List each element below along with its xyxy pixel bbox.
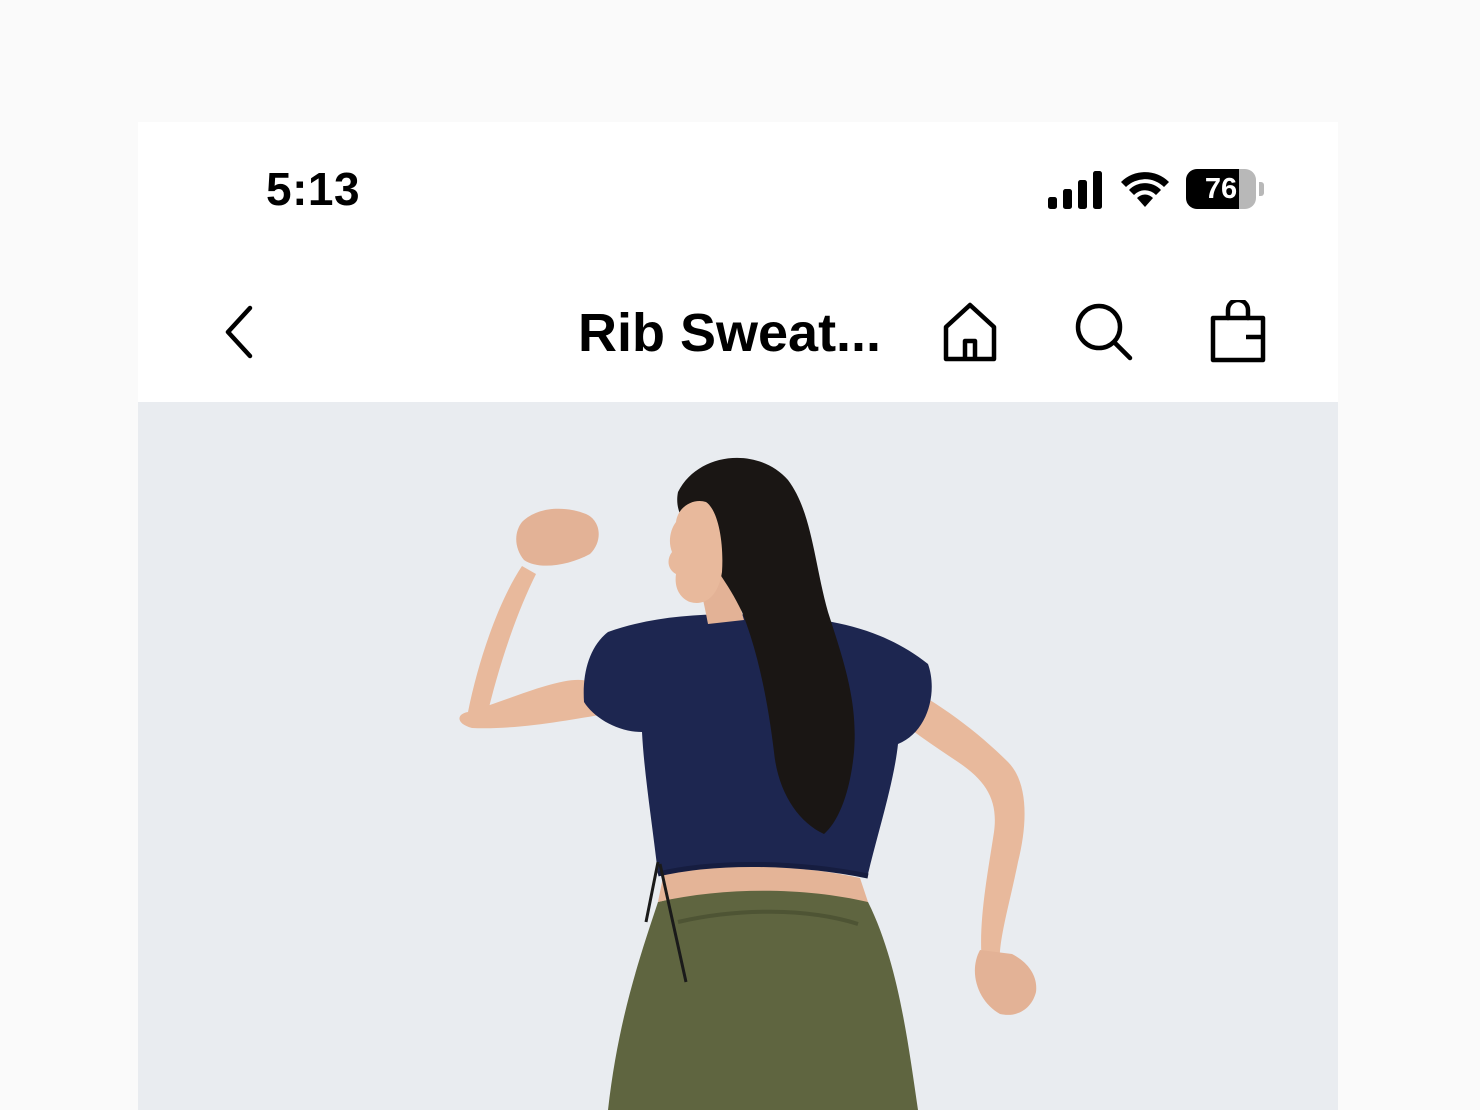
back-chevron-icon — [225, 305, 253, 359]
model-photo — [138, 402, 1338, 1110]
cellular-signal-icon — [1048, 171, 1102, 209]
search-icon — [1075, 303, 1133, 361]
navigation-bar: Rib Sweat... — [138, 262, 1338, 402]
status-time: 5:13 — [266, 163, 361, 215]
home-icon — [943, 302, 997, 362]
battery-icon: 76 — [1186, 169, 1264, 209]
search-button[interactable] — [1070, 298, 1138, 366]
page-title: Rib Sweat... — [578, 303, 882, 363]
product-hero-image[interactable] — [138, 402, 1338, 1110]
battery-level: 76 — [1204, 173, 1238, 205]
status-icons: 76 — [1048, 167, 1264, 211]
shopping-bag-button[interactable] — [1204, 298, 1272, 366]
home-button[interactable] — [936, 298, 1004, 366]
phone-screen: 5:13 76 Rib Sweat... — [138, 122, 1338, 1110]
back-button[interactable] — [208, 300, 268, 364]
wifi-icon — [1121, 172, 1169, 207]
shopping-bag-icon — [1210, 300, 1266, 363]
status-bar: 5:13 76 — [138, 122, 1338, 262]
